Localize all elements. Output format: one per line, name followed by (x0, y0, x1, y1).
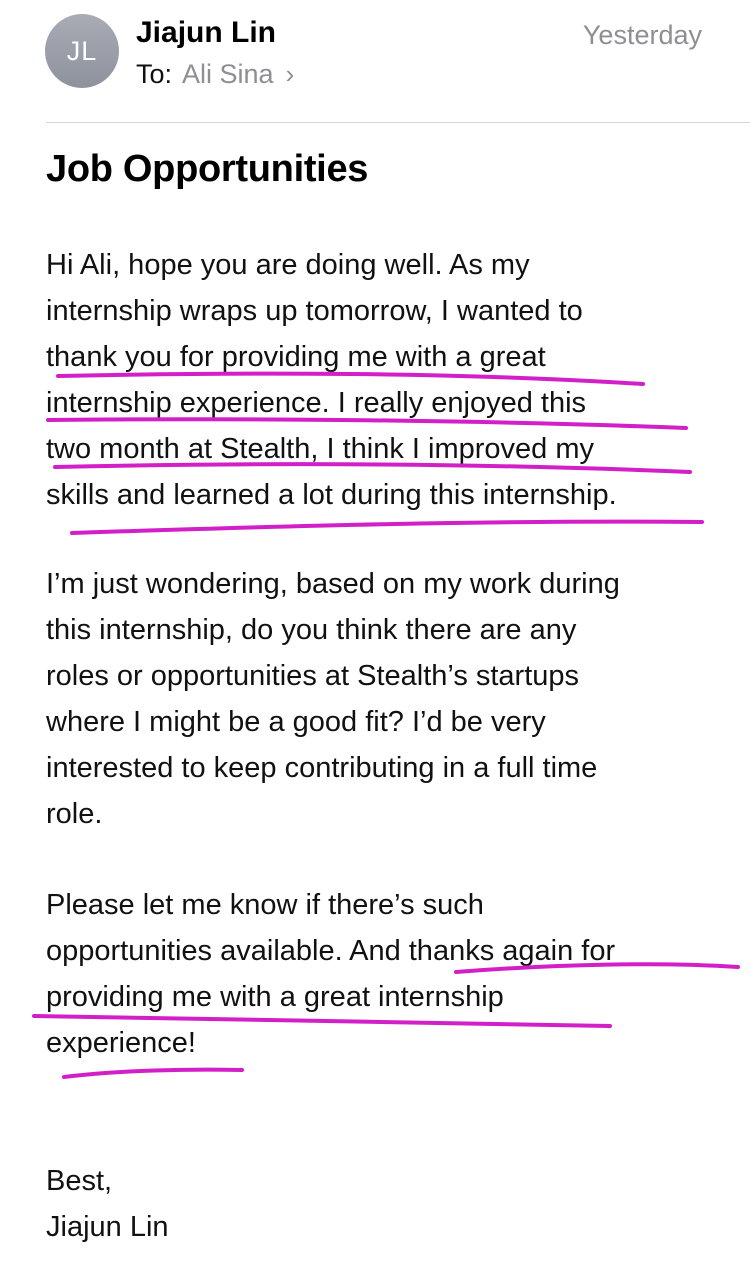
chevron-right-icon[interactable]: › (286, 59, 295, 90)
avatar-initials: JL (66, 35, 98, 66)
body-line: experience! (46, 1027, 196, 1059)
body-paragraph-3: Please let me know if there’s such oppor… (46, 882, 706, 1066)
body-line: opportunities available. And thanks agai… (46, 935, 616, 967)
signature-line: Best, (46, 1165, 113, 1197)
underline-stroke (62, 1067, 244, 1079)
email-signature: Best, Jiajun Lin (46, 1158, 706, 1250)
body-line: roles or opportunities at Stealth’s star… (46, 660, 580, 692)
avatar[interactable]: JL (45, 14, 119, 88)
underline-stroke (70, 519, 704, 535)
body-line: Please let me know if there’s such (46, 889, 484, 921)
recipient-name[interactable]: Ali Sina (182, 59, 274, 90)
body-line: where I might be a good fit? I’d be very (46, 706, 546, 738)
to-label: To: (136, 59, 173, 89)
body-paragraph-1: Hi Ali, hope you are doing well. As my i… (46, 242, 706, 518)
email-subject: Job Opportunities (46, 148, 369, 190)
body-line: this internship, do you think there are … (46, 614, 577, 646)
body-line: internship experience. I really enjoyed … (46, 387, 587, 419)
body-line: role. (46, 798, 103, 830)
body-paragraph-2: I’m just wondering, based on my work dur… (46, 561, 706, 837)
body-line: two month at Stealth, I think I improved… (46, 433, 595, 465)
recipient-line[interactable]: To: Ali Sina › (136, 59, 294, 90)
sender-name[interactable]: Jiajun Lin (136, 16, 276, 50)
body-line: internship wraps up tomorrow, I wanted t… (46, 295, 583, 327)
body-line: skills and learned a lot during this int… (46, 479, 617, 511)
body-line: providing me with a great internship (46, 981, 504, 1013)
body-line: I’m just wondering, based on my work dur… (46, 568, 620, 600)
body-line: interested to keep contributing in a ful… (46, 752, 598, 784)
body-line: thank you for providing me with a great (46, 341, 546, 373)
signature-line: Jiajun Lin (46, 1211, 169, 1243)
header-divider (46, 122, 750, 123)
timestamp: Yesterday (582, 20, 702, 50)
body-line: Hi Ali, hope you are doing well. As my (46, 249, 530, 281)
